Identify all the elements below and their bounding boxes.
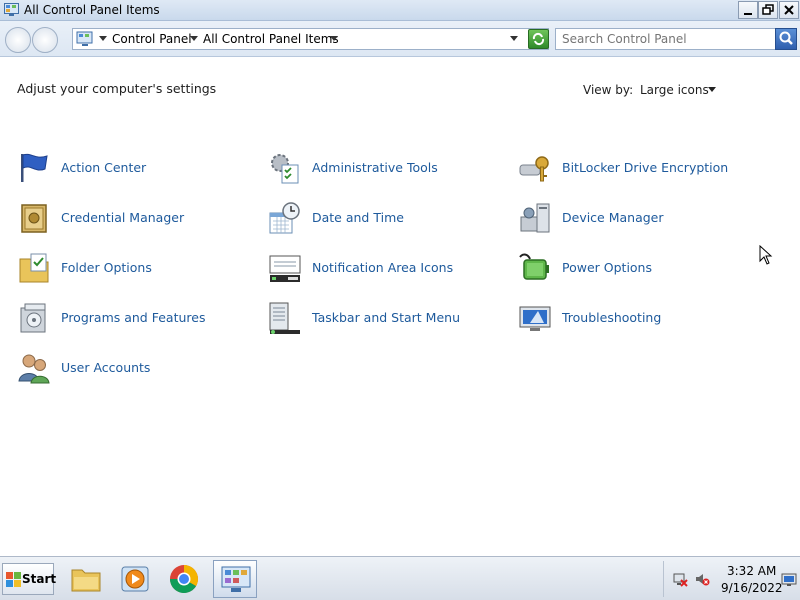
network-disconnected-icon[interactable]: [672, 571, 688, 587]
item-administrative-tools[interactable]: Administrative Tools: [268, 151, 508, 191]
breadcrumb-control-panel[interactable]: Control Panel: [112, 32, 192, 46]
item-label[interactable]: Device Manager: [562, 210, 664, 225]
admin-tools-icon: [271, 154, 299, 184]
chevron-down-icon[interactable]: [190, 36, 198, 41]
item-device-manager[interactable]: Device Manager: [518, 201, 758, 241]
bitlocker-key-icon: [519, 156, 549, 182]
item-label[interactable]: User Accounts: [61, 360, 150, 375]
close-button[interactable]: [779, 1, 799, 19]
minimize-icon: [744, 13, 752, 15]
main-content: Adjust your computer's settings View by:…: [0, 58, 800, 556]
item-action-center[interactable]: Action Center: [17, 151, 257, 191]
troubleshoot-monitor-icon: [519, 306, 551, 331]
item-label[interactable]: Troubleshooting: [562, 310, 661, 325]
battery-plug-icon: [519, 253, 549, 280]
users-icon: [18, 354, 50, 384]
volume-muted-icon[interactable]: [694, 571, 710, 587]
search-icon: [779, 31, 793, 45]
chevron-down-icon[interactable]: [708, 87, 716, 92]
folder-options-icon: [19, 253, 49, 283]
item-power-options[interactable]: Power Options: [518, 251, 758, 291]
forward-button[interactable]: [32, 27, 58, 53]
chevron-down-icon[interactable]: [99, 36, 107, 41]
item-folder-options[interactable]: Folder Options: [17, 251, 257, 291]
clock-time[interactable]: 3:32 AM: [727, 564, 776, 578]
close-icon: [784, 5, 794, 15]
calendar-clock-icon: [269, 202, 300, 234]
control-panel-icon: [221, 566, 251, 592]
address-history-dropdown[interactable]: [510, 36, 518, 41]
vault-icon: [21, 204, 47, 233]
item-notification-area-icons[interactable]: Notification Area Icons: [268, 251, 508, 291]
notification-area-icon: [269, 255, 301, 282]
refresh-button[interactable]: [528, 29, 549, 49]
control-panel-icon: [76, 31, 93, 46]
windows-logo-icon: [6, 572, 21, 587]
flag-icon: [21, 153, 48, 182]
window-title: All Control Panel Items: [24, 3, 160, 17]
address-bar[interactable]: Control Panel All Control Panel Items: [72, 28, 549, 50]
item-bitlocker[interactable]: BitLocker Drive Encryption: [518, 151, 758, 191]
view-by-dropdown[interactable]: Large icons: [640, 83, 709, 97]
taskbar-explorer[interactable]: [64, 560, 108, 598]
item-label[interactable]: Power Options: [562, 260, 652, 275]
explorer-folder-icon: [71, 569, 101, 592]
item-label[interactable]: Action Center: [61, 160, 146, 175]
title-bar: All Control Panel Items: [0, 0, 800, 21]
navigation-bar: Control Panel All Control Panel Items: [0, 21, 800, 57]
item-label[interactable]: Administrative Tools: [312, 160, 438, 175]
item-credential-manager[interactable]: Credential Manager: [17, 201, 257, 241]
item-label[interactable]: Credential Manager: [61, 210, 184, 225]
mouse-cursor-icon: [759, 245, 773, 265]
refresh-icon: [532, 32, 545, 46]
taskbar-chrome[interactable]: [162, 560, 206, 598]
taskbar: Start 3:32 AM 9/16/2022: [0, 556, 800, 600]
item-programs-and-features[interactable]: Programs and Features: [17, 301, 257, 341]
programs-box-icon: [20, 303, 46, 333]
item-troubleshooting[interactable]: Troubleshooting: [518, 301, 758, 341]
item-label[interactable]: Programs and Features: [61, 310, 205, 325]
chevron-down-icon[interactable]: [330, 36, 338, 41]
device-manager-icon: [520, 203, 550, 233]
taskbar-control-panel[interactable]: [213, 560, 257, 598]
minimize-button[interactable]: [738, 1, 758, 19]
start-button[interactable]: Start: [2, 563, 57, 595]
start-label: Start: [22, 572, 57, 586]
control-panel-icon: [4, 3, 19, 16]
item-label[interactable]: BitLocker Drive Encryption: [562, 160, 728, 175]
chrome-icon: [170, 565, 198, 593]
search-button[interactable]: [775, 28, 797, 50]
page-heading: Adjust your computer's settings: [17, 81, 217, 96]
media-player-icon: [121, 566, 149, 592]
show-desktop-icon[interactable]: [781, 573, 797, 587]
taskbar-icon: [269, 302, 300, 334]
item-label[interactable]: Date and Time: [312, 210, 404, 225]
taskbar-media-player[interactable]: [113, 560, 157, 598]
item-label[interactable]: Notification Area Icons: [312, 260, 453, 275]
restore-icon: [762, 4, 774, 15]
item-user-accounts[interactable]: User Accounts: [17, 351, 257, 391]
item-label[interactable]: Taskbar and Start Menu: [312, 310, 460, 325]
search-input[interactable]: [556, 29, 774, 49]
restore-button[interactable]: [758, 1, 778, 19]
clock-date[interactable]: 9/16/2022: [721, 581, 783, 595]
view-by-label: View by:: [583, 83, 634, 97]
search-box[interactable]: [555, 28, 797, 50]
item-date-and-time[interactable]: Date and Time: [268, 201, 508, 241]
back-button[interactable]: [5, 27, 31, 53]
item-taskbar-and-start-menu[interactable]: Taskbar and Start Menu: [268, 301, 508, 341]
item-label[interactable]: Folder Options: [61, 260, 152, 275]
breadcrumb-all-items[interactable]: All Control Panel Items: [203, 32, 339, 46]
